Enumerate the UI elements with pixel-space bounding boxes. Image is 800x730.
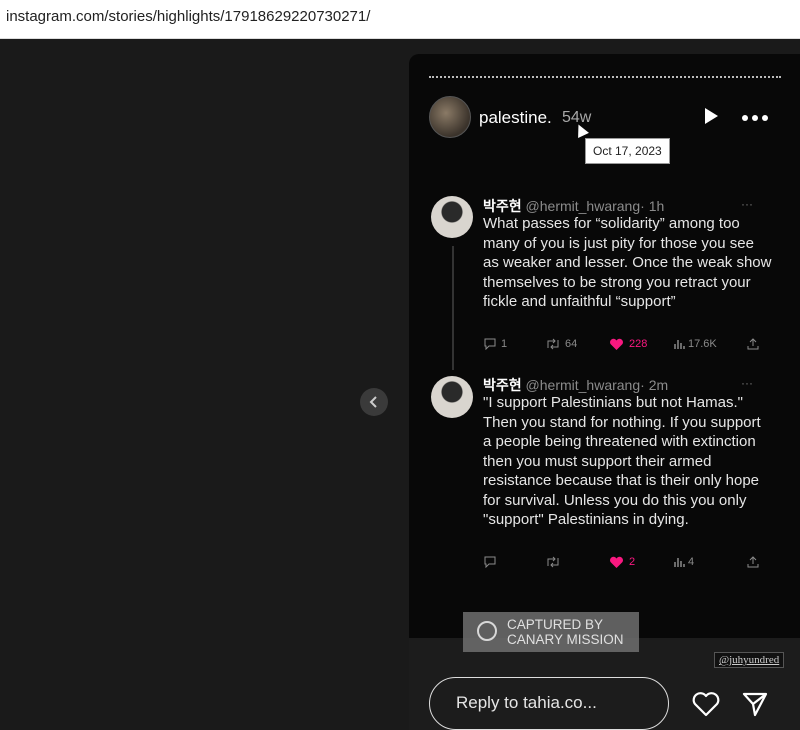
date-tooltip: Oct 17, 2023 xyxy=(585,138,670,164)
play-button[interactable] xyxy=(701,106,721,126)
story-handle-badge[interactable]: @juhyundred xyxy=(714,652,785,668)
tweet-more-icon: ··· xyxy=(741,197,753,211)
watermark-line-2: CANARY MISSION xyxy=(507,632,624,647)
tweet-author-name: 박주현 xyxy=(483,377,522,393)
story-progress-bar xyxy=(429,76,781,80)
share-icon xyxy=(747,338,759,353)
tweet-handle: @hermit_hwarang xyxy=(525,198,641,214)
story-username[interactable]: palestine. xyxy=(479,108,552,128)
send-icon xyxy=(742,692,768,717)
share-icon xyxy=(747,556,759,571)
url-text[interactable]: instagram.com/stories/highlights/1791862… xyxy=(6,8,370,25)
watermark-line-1: CAPTURED BY xyxy=(507,617,604,632)
story-avatar[interactable] xyxy=(429,96,471,138)
reply-icon xyxy=(483,556,497,571)
tweet-more-icon: ··· xyxy=(741,376,753,390)
thread-connector xyxy=(452,246,454,370)
heart-icon xyxy=(609,338,624,354)
tweet-author-name: 박주현 xyxy=(483,198,522,214)
retweet-icon xyxy=(545,556,561,571)
like-icon xyxy=(692,692,720,717)
reply-icon xyxy=(483,338,497,353)
views-icon xyxy=(673,556,685,571)
retweet-icon xyxy=(545,338,561,353)
tweet-text: What passes for “solidarity” among too m… xyxy=(483,215,772,310)
tweet-header: 박주현 @hermit_hwarang· 2m xyxy=(483,375,668,395)
more-icon xyxy=(742,115,768,121)
views-count: 17.6K xyxy=(688,338,717,350)
like-button[interactable] xyxy=(691,690,721,718)
tweet-actions: 1 64 228 17.6K xyxy=(483,338,763,356)
tweet-handle: @hermit_hwarang xyxy=(525,377,641,393)
reply-count: 1 xyxy=(501,338,508,350)
views-count: 4 xyxy=(688,556,695,568)
reply-box[interactable] xyxy=(429,677,669,730)
like-count: 2 xyxy=(629,556,636,568)
tweet-time: · 2m xyxy=(640,377,669,393)
canary-logo-icon xyxy=(477,621,497,641)
tweet-header: 박주현 @hermit_hwarang· 1h xyxy=(483,196,664,216)
heart-icon xyxy=(609,556,624,572)
tweet-time: · 1h xyxy=(640,198,665,214)
tweet-avatar xyxy=(431,196,473,238)
more-options-button[interactable] xyxy=(741,102,769,128)
like-count: 228 xyxy=(629,338,648,350)
tweet-text: "I support Palestinians but not Hamas." … xyxy=(483,394,761,528)
retweet-count: 64 xyxy=(565,338,578,350)
reply-input[interactable] xyxy=(454,692,658,714)
send-button[interactable] xyxy=(741,690,769,718)
browser-address-bar[interactable]: instagram.com/stories/highlights/1791862… xyxy=(0,0,800,39)
story-container[interactable]: palestine. 54w Oct 17, 2023 박주현 @hermit_… xyxy=(409,54,800,730)
views-icon xyxy=(673,338,685,353)
tweet-avatar xyxy=(431,376,473,418)
previous-story-button[interactable] xyxy=(360,388,388,416)
play-icon xyxy=(705,108,718,124)
chevron-left-icon xyxy=(369,396,377,408)
canary-watermark: CAPTURED BY CANARY MISSION xyxy=(463,612,639,652)
tweet-actions: 2 4 xyxy=(483,556,763,574)
